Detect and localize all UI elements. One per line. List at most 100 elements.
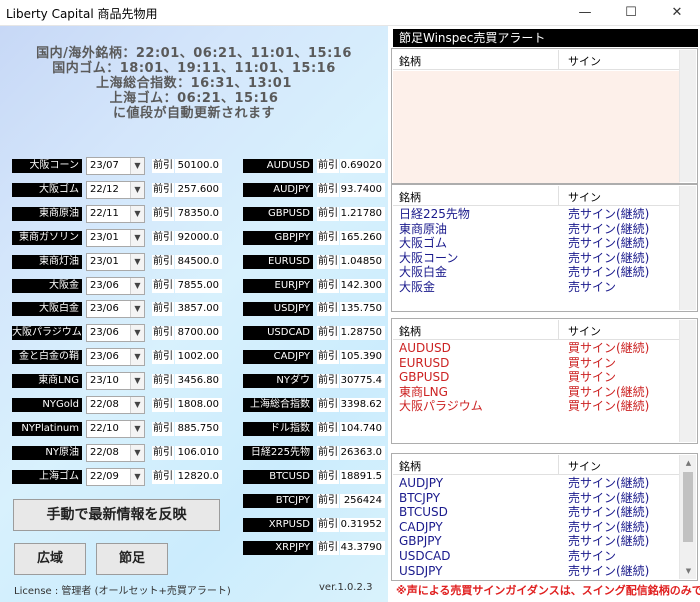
zenhiki-label: 前引 [152,422,174,436]
zenhiki-label: 前引 [152,398,174,412]
fx-name-label: EURJPY [243,279,313,293]
scrollbar[interactable] [679,50,696,182]
chevron-down-icon[interactable]: ▼ [130,373,144,389]
chevron-down-icon[interactable]: ▼ [130,206,144,222]
alert-list-buy[interactable]: 銘柄 サイン AUDUSD 買サイン(継続) EURUSD 買サイン GBPUSD 買サイ… [391,318,698,444]
alert-list-item[interactable]: 大阪金 売サイン [393,280,680,295]
contract-month-select[interactable]: 23/06 ▼ [86,348,145,366]
alert-list-sell[interactable]: 銘柄 サイン 日経225先物 売サイン(継続) 東商原油 売サイン(継続) 大阪ゴム 売サ… [391,184,698,312]
scroll-down-arrow-icon[interactable]: ▼ [680,563,697,579]
alert-list-item[interactable]: GBPUSD 買サイン [393,370,680,385]
alert-list-item[interactable]: AUDUSD 買サイン(継続) [393,341,680,356]
info-line-4: 上海ゴム：06:21、15:16 [109,91,279,106]
alert-list-item[interactable]: 東商LNG 買サイン(継続) [393,385,680,400]
alert-list-item[interactable]: 東商原油 売サイン(継続) [393,222,680,237]
fx-price-value: 104.740 [340,422,385,436]
contract-month-select[interactable]: 22/09 ▼ [86,468,145,486]
contract-month-select[interactable]: 22/10 ▼ [86,420,145,438]
chevron-down-icon[interactable]: ▼ [130,421,144,437]
alert-list-item[interactable]: 大阪コーン 売サイン(継続) [393,251,680,266]
chevron-down-icon[interactable]: ▼ [130,182,144,198]
alert-item-sign: 売サイン(継続) [568,505,650,520]
alert-list-item[interactable]: 日経225先物 売サイン(継続) [393,207,680,222]
fx-price-value: 0.69020 [340,159,385,173]
alert-list-item[interactable]: EURUSD 買サイン [393,356,680,371]
chevron-down-icon[interactable]: ▼ [130,230,144,246]
commodity-name-label: 大阪コーン [12,159,82,173]
contract-month-select[interactable]: 23/06 ▼ [86,324,145,342]
contract-month-select[interactable]: 22/08 ▼ [86,444,145,462]
chevron-down-icon[interactable]: ▼ [130,397,144,413]
commodity-name-label: 東商ガソリン [12,231,82,245]
fx-name-label: USDJPY [243,302,313,316]
contract-month-select[interactable]: 23/10 ▼ [86,372,145,390]
chevron-down-icon[interactable]: ▼ [130,278,144,294]
column-sign-header: サイン [568,325,601,338]
alert-list-item[interactable]: BTCUSD 売サイン(継続) [393,505,680,520]
contract-month-select[interactable]: 23/01 ▼ [86,253,145,271]
contract-month-value: 22/10 [90,423,119,434]
scrollbar[interactable] [679,186,696,310]
contract-month-select[interactable]: 23/06 ▼ [86,277,145,295]
scrollbar[interactable]: ▲ ▼ [679,455,696,579]
wide-area-button[interactable]: 広域 [14,543,86,575]
alert-list-empty[interactable]: 銘柄 サイン [391,48,698,184]
chevron-down-icon[interactable]: ▼ [130,469,144,485]
column-sign-header: サイン [568,191,601,204]
alert-list-item[interactable]: 大阪パラジウム 買サイン(継続) [393,399,680,414]
fx-name-label: GBPUSD [243,207,313,221]
contract-month-select[interactable]: 23/01 ▼ [86,229,145,247]
chevron-down-icon[interactable]: ▼ [130,158,144,174]
fx-name-label: EURUSD [243,255,313,269]
contract-month-select[interactable]: 22/12 ▼ [86,181,145,199]
maximize-button[interactable]: ☐ [608,0,654,26]
alert-list-item[interactable]: USDJPY 売サイン(継続) [393,564,680,579]
fx-name-label: 日経225先物 [243,446,313,460]
alert-item-name: USDJPY [399,563,443,578]
window-title: Liberty Capital 商品先物用 [6,7,158,21]
contract-month-value: 23/01 [90,232,119,243]
alert-item-name: 大阪ゴム [399,236,448,251]
commodity-name-label: 金と白金の鞘 [12,350,82,364]
contract-month-select[interactable]: 22/08 ▼ [86,396,145,414]
alert-item-sign: 買サイン(継続) [568,341,650,355]
contract-month-value: 22/08 [90,447,119,458]
alert-list-item[interactable]: BTCJPY 売サイン(継続) [393,491,680,506]
contract-month-select[interactable]: 23/07 ▼ [86,157,145,175]
chevron-down-icon[interactable]: ▼ [130,349,144,365]
chevron-down-icon[interactable]: ▼ [130,325,144,341]
close-button[interactable]: ✕ [654,0,700,26]
ashi-button[interactable]: 節足 [96,543,168,575]
scroll-up-arrow-icon[interactable]: ▲ [680,455,697,471]
zenhiki-label: 前引 [317,470,339,484]
alert-item-name: 東商原油 [399,221,448,236]
alert-item-sign: 売サイン(継続) [568,563,650,578]
contract-month-select[interactable]: 22/11 ▼ [86,205,145,223]
contract-month-select[interactable]: 23/06 ▼ [86,300,145,318]
fx-price-value: 0.31952 [340,518,385,532]
commodity-price-value: 257.600 [175,183,222,197]
scroll-thumb[interactable] [683,472,693,542]
alert-list-item[interactable]: AUDJPY 売サイン(継続) [393,476,680,491]
fx-price-value: 135.750 [340,302,385,316]
alert-item-sign: 売サイン(継続) [568,490,650,505]
chevron-down-icon[interactable]: ▼ [130,254,144,270]
alert-list-item[interactable]: 大阪ゴム 売サイン(継続) [393,236,680,251]
alert-list-item[interactable]: GBPJPY 売サイン(継続) [393,534,680,549]
alert-list-fx[interactable]: 銘柄 サイン AUDJPY 売サイン(継続) BTCJPY 売サイン(継続) BTCUS… [391,453,698,581]
alert-list-item[interactable]: 大阪白金 売サイン(継続) [393,265,680,280]
chevron-down-icon[interactable]: ▼ [130,301,144,317]
alert-list-item[interactable]: USDCAD 売サイン [393,549,680,564]
commodity-name-label: 東商原油 [12,207,82,221]
zenhiki-label: 前引 [152,231,174,245]
commodity-price-value: 106.010 [175,446,222,460]
manual-refresh-button[interactable]: 手動で最新情報を反映 [13,499,220,531]
sell-list-body: 日経225先物 売サイン(継続) 東商原油 売サイン(継続) 大阪ゴム 売サイン(継続) 大… [393,207,680,295]
alert-list-item[interactable]: CADJPY 売サイン(継続) [393,520,680,535]
minimize-button[interactable]: — [562,0,608,26]
scrollbar[interactable] [679,320,696,442]
contract-month-value: 23/01 [90,256,119,267]
alert-item-sign: 買サイン(継続) [568,384,650,399]
chevron-down-icon[interactable]: ▼ [130,445,144,461]
column-header: 銘柄 サイン [393,320,680,340]
